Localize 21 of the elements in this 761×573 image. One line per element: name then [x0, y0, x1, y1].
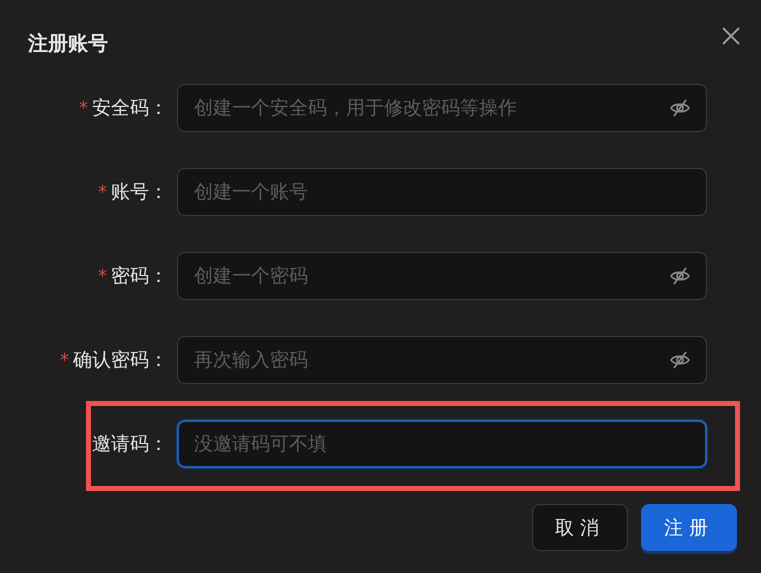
field-label: 安全码：	[92, 96, 168, 121]
input-field[interactable]: 没邀请码可不填	[177, 420, 707, 468]
eye-slash-icon[interactable]	[669, 350, 691, 370]
register-button[interactable]: 注册	[641, 504, 737, 551]
input-field[interactable]: 创建一个密码	[177, 252, 707, 300]
eye-slash-icon[interactable]	[669, 266, 691, 286]
input-field[interactable]: 再次输入密码	[177, 336, 707, 384]
field-label: 密码：	[111, 264, 168, 289]
field-label: 确认密码：	[73, 348, 168, 373]
eye-slash-icon[interactable]	[669, 98, 691, 118]
input-field[interactable]: 创建一个安全码，用于修改密码等操作	[177, 84, 707, 132]
input-field[interactable]: 创建一个账号	[177, 168, 707, 216]
required-asterisk: *	[79, 98, 88, 118]
cancel-button[interactable]: 取消	[532, 504, 628, 551]
field-label: 账号：	[111, 180, 168, 205]
close-icon[interactable]	[721, 26, 741, 46]
field-label: 邀请码：	[92, 432, 168, 457]
dialog-title: 注册账号	[28, 30, 108, 57]
required-asterisk: *	[98, 266, 107, 286]
required-asterisk: *	[60, 350, 69, 370]
required-asterisk: *	[98, 182, 107, 202]
